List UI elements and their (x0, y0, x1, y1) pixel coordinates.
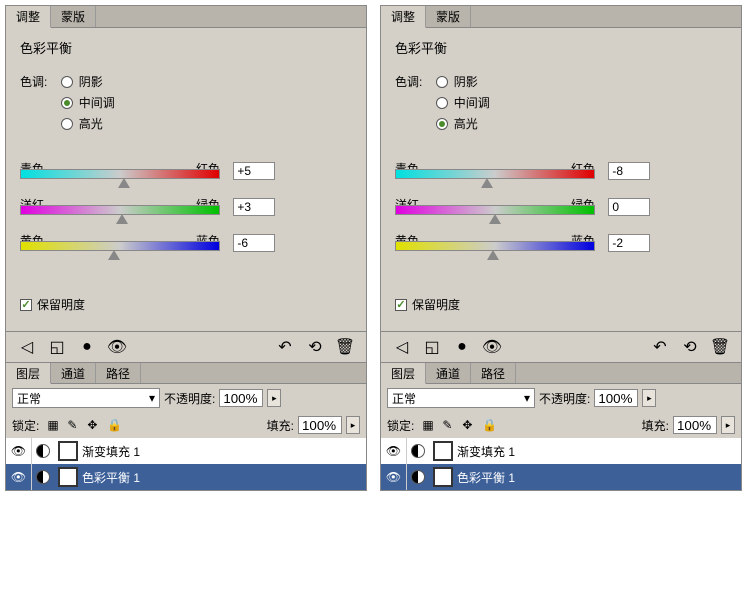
lock-all-icon[interactable]: 🔒 (482, 418, 496, 432)
adjustment-icon (36, 470, 50, 484)
opacity-input[interactable] (219, 389, 263, 407)
layer-name: 色彩平衡 1 (82, 469, 140, 486)
value-magenta-green[interactable] (608, 198, 650, 216)
trash-icon[interactable]: 🗑 (711, 338, 729, 356)
layer-name: 渐变填充 1 (457, 443, 515, 460)
lock-label: 锁定: (387, 417, 414, 434)
radio-shadows[interactable]: 阴影 (436, 73, 490, 90)
tone-label: 色调: (20, 73, 47, 90)
tab-channels[interactable]: 通道 (51, 363, 96, 383)
radio-midtones[interactable]: 中间调 (436, 94, 490, 111)
value-yellow-blue[interactable] (233, 234, 275, 252)
slider-yellow-blue[interactable] (395, 241, 595, 251)
preserve-luminosity[interactable]: ✓保留明度 (6, 286, 366, 331)
mask-thumb[interactable] (433, 467, 453, 487)
reset-prev-icon[interactable]: ↶ (276, 338, 294, 356)
fill-flyout[interactable]: ▸ (346, 416, 360, 434)
value-cyan-red[interactable] (608, 162, 650, 180)
mask-thumb[interactable] (58, 441, 78, 461)
lock-pixels-icon[interactable]: ✎ (442, 418, 456, 432)
back-icon[interactable]: ◁ (18, 338, 36, 356)
layer-name: 渐变填充 1 (82, 443, 140, 460)
fill-label: 填充: (642, 417, 669, 434)
preserve-luminosity[interactable]: ✓保留明度 (381, 286, 741, 331)
opacity-label: 不透明度: (164, 390, 215, 407)
value-yellow-blue[interactable] (608, 234, 650, 252)
tab-adjust[interactable]: 调整 (381, 6, 426, 28)
tab-paths[interactable]: 路径 (96, 363, 141, 383)
expand-icon[interactable]: ◱ (48, 338, 66, 356)
tab-layers[interactable]: 图层 (381, 363, 426, 384)
fill-input[interactable] (673, 416, 717, 434)
panel-title: 色彩平衡 (6, 28, 366, 57)
chevron-down-icon: ▾ (149, 391, 155, 405)
panel-title: 色彩平衡 (381, 28, 741, 57)
clip-icon[interactable]: ● (453, 338, 471, 356)
tab-mask[interactable]: 蒙版 (51, 6, 96, 27)
blend-mode-select[interactable]: 正常▾ (12, 388, 160, 408)
tab-channels[interactable]: 通道 (426, 363, 471, 383)
clip-icon[interactable]: ● (78, 338, 96, 356)
adjustments-panel-left: 调整 蒙版 色彩平衡 色调: 阴影 中间调 高光 青色红色 洋红绿色 黄色蓝色 … (5, 5, 367, 491)
radio-midtones[interactable]: 中间调 (61, 94, 115, 111)
fill-input[interactable] (298, 416, 342, 434)
slider-yellow-blue[interactable] (20, 241, 220, 251)
layer-row[interactable]: 👁 色彩平衡 1 (381, 464, 741, 490)
lock-position-icon[interactable]: ✥ (462, 418, 476, 432)
value-cyan-red[interactable] (233, 162, 275, 180)
layer-row[interactable]: 👁 渐变填充 1 (6, 438, 366, 464)
eye-icon[interactable]: 👁 (483, 338, 501, 356)
chevron-down-icon: ▾ (524, 391, 530, 405)
layer-row[interactable]: 👁 渐变填充 1 (381, 438, 741, 464)
slider-cyan-red[interactable] (20, 169, 220, 179)
radio-highlights[interactable]: 高光 (436, 115, 490, 132)
tab-layers[interactable]: 图层 (6, 363, 51, 384)
layer-row[interactable]: 👁 色彩平衡 1 (6, 464, 366, 490)
panel-toolbar: ◁ ◱ ● 👁 ↶ ⟲ 🗑 (6, 332, 366, 362)
lock-all-icon[interactable]: 🔒 (107, 418, 121, 432)
tab-adjust[interactable]: 调整 (6, 6, 51, 28)
slider-magenta-green[interactable] (20, 205, 220, 215)
lock-position-icon[interactable]: ✥ (87, 418, 101, 432)
opacity-label: 不透明度: (539, 390, 590, 407)
slider-magenta-green[interactable] (395, 205, 595, 215)
mask-thumb[interactable] (433, 441, 453, 461)
reset-icon[interactable]: ⟲ (306, 338, 324, 356)
visibility-toggle[interactable]: 👁 (381, 464, 407, 490)
panel-tabs: 调整 蒙版 (6, 6, 366, 28)
adjustments-panel-right: 调整 蒙版 色彩平衡 色调: 阴影 中间调 高光 青色红色 洋红绿色 黄色蓝色 … (380, 5, 742, 491)
lock-transparency-icon[interactable]: ▦ (47, 418, 61, 432)
fill-label: 填充: (267, 417, 294, 434)
opacity-flyout[interactable]: ▸ (267, 389, 281, 407)
radio-highlights[interactable]: 高光 (61, 115, 115, 132)
adjustment-icon (36, 444, 50, 458)
reset-prev-icon[interactable]: ↶ (651, 338, 669, 356)
tab-paths[interactable]: 路径 (471, 363, 516, 383)
visibility-toggle[interactable]: 👁 (6, 464, 32, 490)
tab-mask[interactable]: 蒙版 (426, 6, 471, 27)
lock-label: 锁定: (12, 417, 39, 434)
slider-cyan-red[interactable] (395, 169, 595, 179)
visibility-toggle[interactable]: 👁 (6, 438, 32, 464)
blend-mode-select[interactable]: 正常▾ (387, 388, 535, 408)
back-icon[interactable]: ◁ (393, 338, 411, 356)
adjustment-icon (411, 444, 425, 458)
radio-shadows[interactable]: 阴影 (61, 73, 115, 90)
opacity-flyout[interactable]: ▸ (642, 389, 656, 407)
trash-icon[interactable]: 🗑 (336, 338, 354, 356)
adjustment-icon (411, 470, 425, 484)
tone-label: 色调: (395, 73, 422, 90)
lock-transparency-icon[interactable]: ▦ (422, 418, 436, 432)
mask-thumb[interactable] (58, 467, 78, 487)
visibility-toggle[interactable]: 👁 (381, 438, 407, 464)
reset-icon[interactable]: ⟲ (681, 338, 699, 356)
lock-pixels-icon[interactable]: ✎ (67, 418, 81, 432)
fill-flyout[interactable]: ▸ (721, 416, 735, 434)
layer-name: 色彩平衡 1 (457, 469, 515, 486)
expand-icon[interactable]: ◱ (423, 338, 441, 356)
eye-icon[interactable]: 👁 (108, 338, 126, 356)
value-magenta-green[interactable] (233, 198, 275, 216)
opacity-input[interactable] (594, 389, 638, 407)
